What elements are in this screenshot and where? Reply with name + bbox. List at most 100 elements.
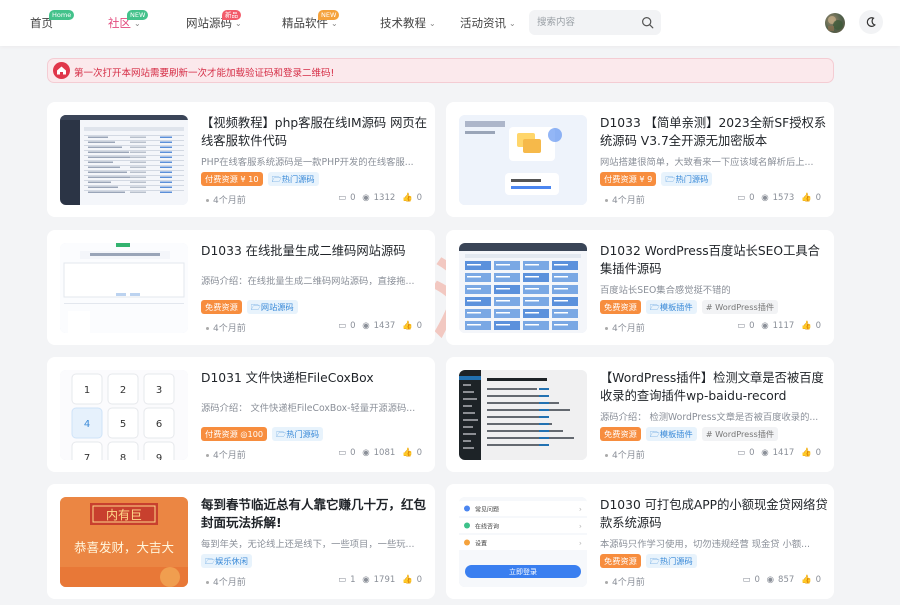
- keypad-digit: 8: [120, 453, 126, 460]
- post-thumbnail[interactable]: [60, 115, 188, 205]
- comment-icon: ▭: [742, 575, 751, 585]
- search-box[interactable]: [529, 10, 661, 35]
- post-thumbnail[interactable]: 内有巨 恭喜发财，大吉大: [60, 497, 188, 587]
- comment-count: 0: [350, 448, 356, 458]
- tag-cat[interactable]: 🗁娱乐休闲: [201, 554, 252, 568]
- post-title[interactable]: 【WordPress插件】检测文章是否被百度收录的查询插件wp-baidu-re…: [600, 369, 832, 405]
- nav-item-events[interactable]: 活动资讯 ⌄: [460, 15, 516, 31]
- nav-item-software[interactable]: 精品软件 ⌄ NEW: [282, 10, 340, 31]
- view-count: 1437: [373, 321, 396, 331]
- nav-item-website-source[interactable]: 网站源码 ⌄ 新品: [186, 10, 242, 31]
- tag-cat[interactable]: 🗁模板插件: [645, 300, 697, 314]
- thumb-up-icon[interactable]: 👍: [402, 321, 413, 331]
- post-title[interactable]: D1033 在线批量生成二维码网站源码: [201, 242, 433, 260]
- thumb-up-icon[interactable]: 👍: [402, 193, 413, 203]
- tag-pay[interactable]: 付费资源 ¥ 10: [201, 172, 263, 186]
- like-count: 0: [815, 321, 821, 331]
- thumb-up-icon[interactable]: 👍: [402, 448, 413, 458]
- tag-hash[interactable]: # WordPress插件: [701, 427, 779, 441]
- tag-label: 娱乐休闲: [215, 556, 248, 566]
- thumb-row-label: 设置: [475, 540, 487, 548]
- tag-label: 付费资源 ◎100: [205, 429, 264, 439]
- thumb-up-icon[interactable]: 👍: [801, 321, 812, 331]
- post-card[interactable]: 常见问题 › 在线咨询 › 设置 › 立即登录 D1030 可打包成APP的小额现金贷网络贷…: [446, 484, 834, 599]
- post-card[interactable]: 内有巨 恭喜发财，大吉大 每到春节临近总有人靠它赚几十万，红包封面玩法拆解! 每到…: [47, 484, 435, 599]
- post-date-text: 4个月前: [612, 451, 645, 461]
- tag-cat[interactable]: 🗁热门源码: [661, 172, 713, 186]
- nav-item-tech-tutorials[interactable]: 技术教程 ⌄: [380, 15, 436, 31]
- nav-item-community[interactable]: 社区 ⌄ NEW: [108, 10, 149, 31]
- keypad-digit: 1: [84, 385, 90, 396]
- post-tags: 🗁娱乐休闲: [201, 554, 257, 568]
- tag-label: 付费资源 ¥ 10: [205, 174, 259, 184]
- post-thumbnail[interactable]: [459, 243, 587, 333]
- post-title[interactable]: D1033 【简单亲测】2023全新SF授权系统源码 V3.7全开源无加密版本: [600, 114, 832, 150]
- comment-count: 0: [754, 575, 760, 585]
- eye-icon: ◉: [761, 448, 769, 458]
- folder-icon: 🗁: [271, 174, 282, 184]
- tag-free[interactable]: 免费资源: [600, 300, 641, 314]
- post-thumbnail[interactable]: [60, 243, 188, 333]
- tag-cat[interactable]: 🗁模板插件: [645, 427, 697, 441]
- post-card[interactable]: 【视频教程】php客服在线IM源码 网页在线客服软件代码 PHP在线客服系统源码…: [47, 102, 435, 217]
- theme-toggle-button[interactable]: [859, 10, 883, 34]
- tag-cat[interactable]: 🗁热门源码: [645, 554, 697, 568]
- thumb-caption-text: 恭喜发财，大吉大: [74, 540, 174, 555]
- post-date: 4个月前: [605, 448, 645, 461]
- post-date-text: 4个月前: [213, 451, 246, 461]
- post-card[interactable]: D1033 在线批量生成二维码网站源码 源码介绍：在线批量生成二维码网站源码，直…: [47, 230, 435, 345]
- post-title[interactable]: 【视频教程】php客服在线IM源码 网页在线客服软件代码: [201, 114, 433, 150]
- thumb-up-icon[interactable]: 👍: [801, 575, 812, 585]
- post-thumbnail[interactable]: 常见问题 › 在线咨询 › 设置 › 立即登录: [459, 497, 587, 587]
- post-card[interactable]: D1032 WordPress百度站长SEO工具合集插件源码 百度站长SEO集合…: [446, 230, 834, 345]
- post-tags: 免费资源 🗁网站源码: [201, 300, 303, 314]
- nav-item-home[interactable]: 首页 Home: [30, 10, 75, 31]
- folder-icon: 🗁: [649, 556, 660, 566]
- tag-cat[interactable]: 🗁热门源码: [272, 427, 324, 441]
- comment-icon: ▭: [737, 448, 746, 458]
- post-card[interactable]: 1 2 3 4 5 6 7 8 9 D1031 文件快递柜FileCoxBox 源码介绍： 文件…: [47, 357, 435, 472]
- post-title[interactable]: 每到春节临近总有人靠它赚几十万，红包封面玩法拆解!: [201, 496, 433, 532]
- tag-label: 热门源码: [281, 174, 315, 184]
- post-thumbnail[interactable]: [459, 115, 587, 205]
- tag-free[interactable]: 免费资源: [600, 554, 641, 568]
- post-excerpt: 源码介绍： 文件快递柜FileCoxBox-轻量开源源码...: [201, 403, 416, 414]
- post-excerpt: 每到年关，无论线上还是线下，一些项目，一些玩...: [201, 539, 415, 550]
- post-card[interactable]: 【WordPress插件】检测文章是否被百度收录的查询插件wp-baidu-re…: [446, 357, 834, 472]
- like-count: 0: [416, 448, 422, 458]
- keypad-digit: 9: [156, 453, 162, 460]
- comment-count: 0: [350, 321, 356, 331]
- post-excerpt: 源码介绍：在线批量生成二维码网站源码，直接拖...: [201, 276, 415, 287]
- folder-icon: 🗁: [276, 429, 287, 439]
- tag-cat[interactable]: 🗁网站源码: [246, 300, 298, 314]
- user-avatar[interactable]: [825, 13, 845, 33]
- tag-free[interactable]: 免费资源: [201, 300, 242, 314]
- tag-hash[interactable]: # WordPress插件: [701, 300, 779, 314]
- post-date: 4个月前: [206, 448, 246, 461]
- thumb-up-icon[interactable]: 👍: [402, 575, 413, 585]
- keypad-digit: 2: [120, 385, 126, 396]
- tag-label: 免费资源: [604, 302, 637, 312]
- post-card[interactable]: D1033 【简单亲测】2023全新SF授权系统源码 V3.7全开源无加密版本 …: [446, 102, 834, 217]
- post-thumbnail[interactable]: [459, 370, 587, 460]
- thumb-up-icon[interactable]: 👍: [801, 193, 812, 203]
- tag-cat[interactable]: 🗁热门源码: [267, 172, 319, 186]
- post-title[interactable]: D1032 WordPress百度站长SEO工具合集插件源码: [600, 242, 832, 278]
- post-thumbnail[interactable]: 1 2 3 4 5 6 7 8 9: [60, 370, 188, 460]
- post-title[interactable]: D1031 文件快递柜FileCoxBox: [201, 369, 433, 387]
- post-stats: ▭ 0 ◉ 1081 👍 0: [334, 448, 422, 458]
- eye-icon: ◉: [362, 321, 370, 331]
- thumb-up-icon[interactable]: 👍: [801, 448, 812, 458]
- search-input[interactable]: [537, 10, 637, 35]
- tag-free[interactable]: 免费资源: [600, 427, 641, 441]
- tag-pay[interactable]: 付费资源 ◎100: [201, 427, 268, 441]
- tag-pay[interactable]: 付费资源 ¥ 9: [600, 172, 657, 186]
- post-stats: ▭ 0 ◉ 857 👍 0: [738, 575, 821, 585]
- post-title[interactable]: D1030 可打包成APP的小额现金贷网络贷款系统源码: [600, 496, 832, 532]
- dot-icon: [605, 199, 608, 202]
- post-excerpt: PHP在线客服系统源码是一款PHP开发的在线客服...: [201, 157, 414, 168]
- nav-badge: Home: [49, 10, 75, 20]
- post-tags: 付费资源 ¥ 9 🗁热门源码: [600, 172, 717, 186]
- search-icon[interactable]: [641, 16, 654, 29]
- post-tags: 付费资源 ◎100 🗁热门源码: [201, 427, 328, 441]
